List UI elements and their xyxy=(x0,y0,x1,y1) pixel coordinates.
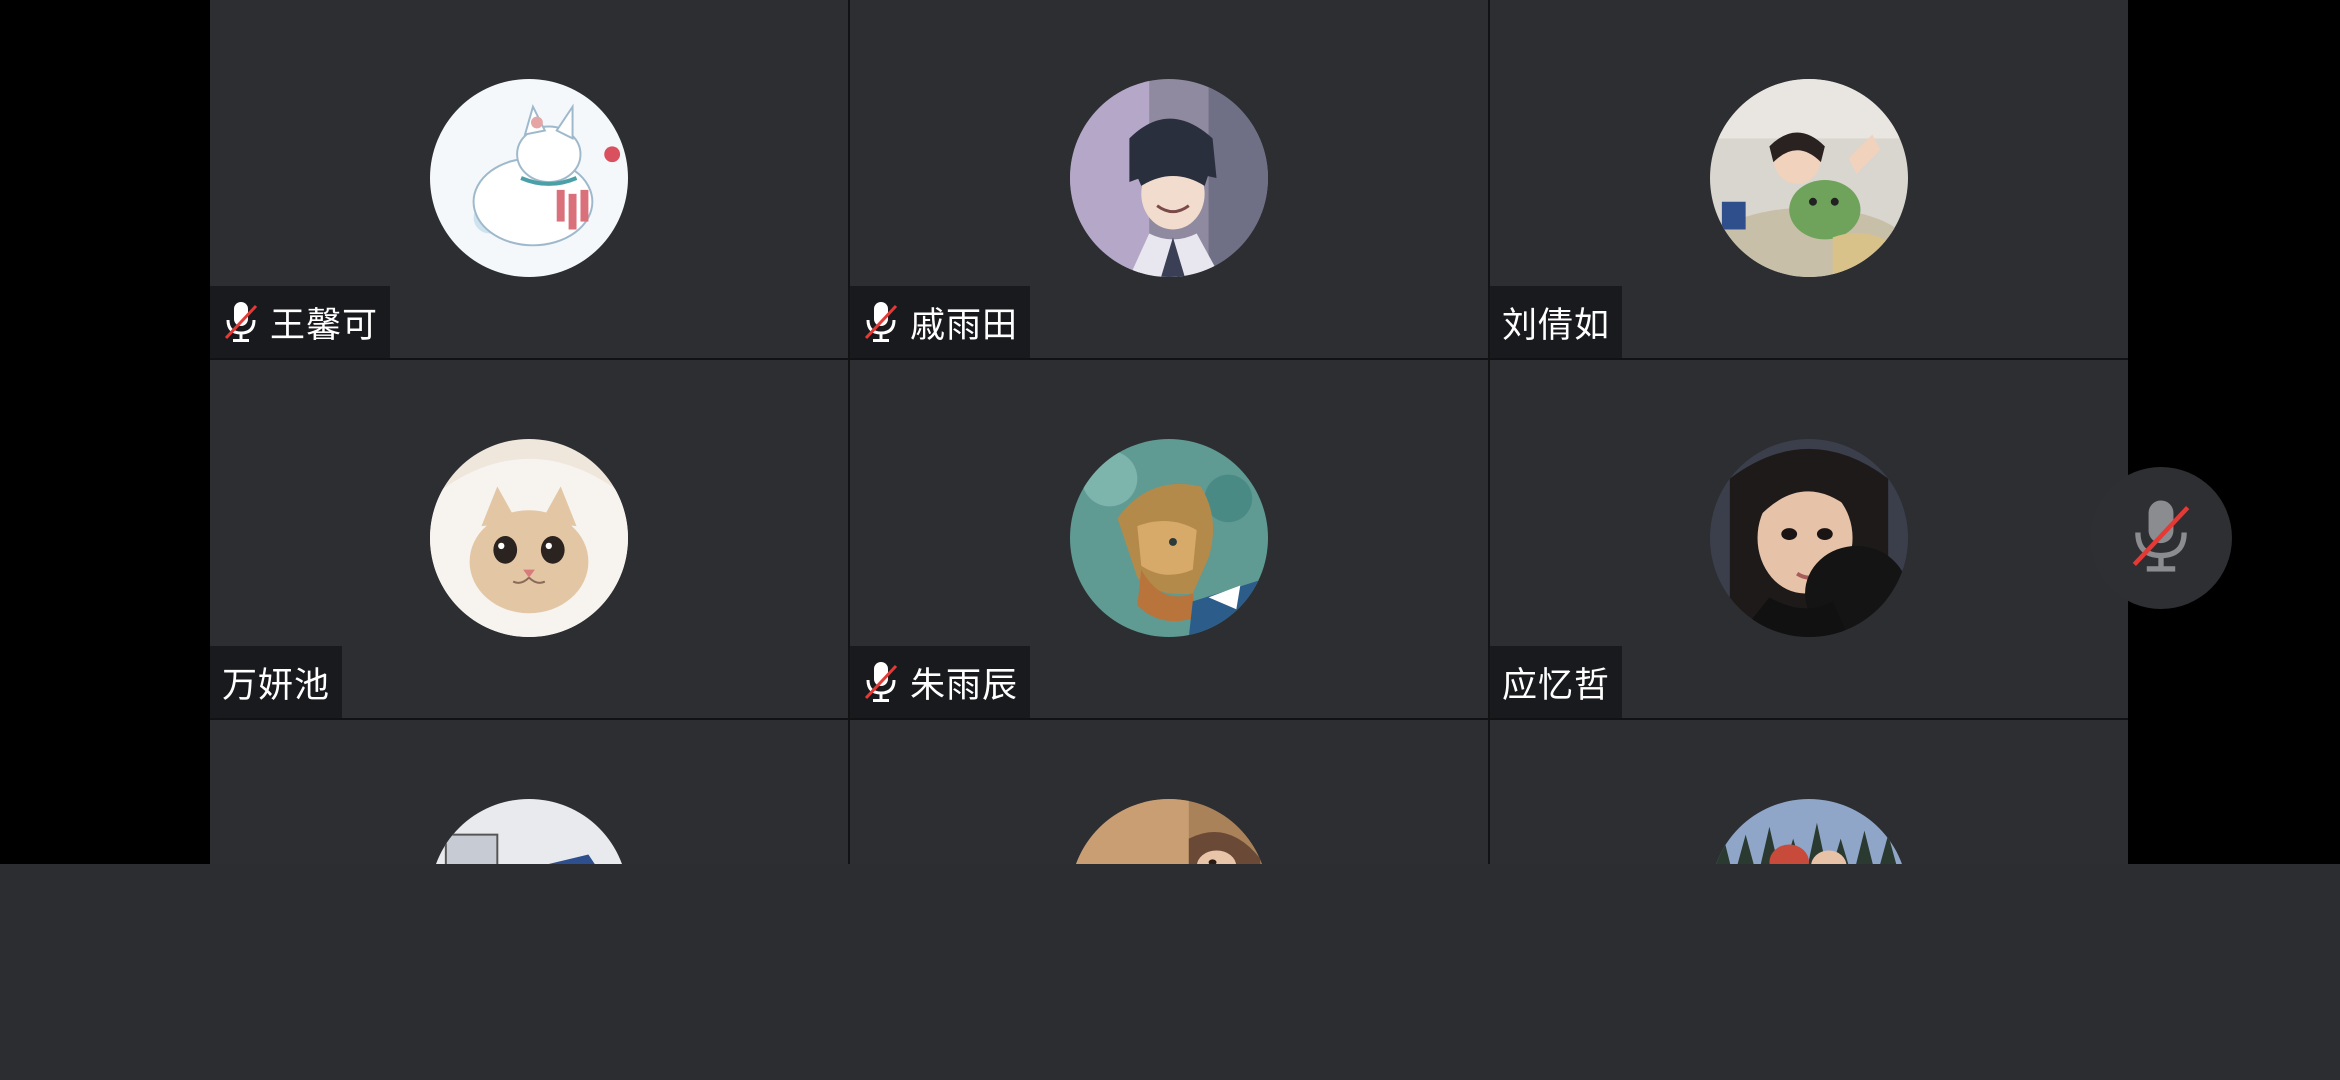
meeting-screen: 王馨可 戚雨田 刘倩如 万妍池 朱雨辰 应忆哲 xyxy=(0,0,2340,1080)
avatar xyxy=(1070,79,1268,277)
avatar xyxy=(1710,439,1908,637)
avatar xyxy=(1710,79,1908,277)
participant-name: 戚雨田 xyxy=(910,305,1019,346)
participant-tile[interactable]: 刘倩如 xyxy=(1490,0,2128,358)
local-mic-toggle-button[interactable] xyxy=(2090,467,2232,609)
participant-tile[interactable] xyxy=(850,720,1488,880)
participant-name: 应忆哲 xyxy=(1502,665,1611,706)
participant-grid: 王馨可 戚雨田 刘倩如 万妍池 朱雨辰 应忆哲 xyxy=(210,0,2128,880)
participant-name: 王馨可 xyxy=(270,305,379,346)
participant-tile[interactable]: 万妍池 xyxy=(210,360,848,718)
participant-tile[interactable]: 应忆哲 xyxy=(1490,360,2128,718)
mic-muted-icon xyxy=(862,299,900,345)
participant-name-tag: 王馨可 xyxy=(210,286,391,358)
avatar xyxy=(430,439,628,637)
mic-muted-icon xyxy=(2129,496,2193,580)
mic-muted-icon xyxy=(862,659,900,705)
avatar xyxy=(430,79,628,277)
mic-muted-icon xyxy=(222,299,260,345)
participant-name: 万妍池 xyxy=(222,665,331,706)
participant-name-tag: 刘倩如 xyxy=(1490,286,1623,358)
participant-name: 朱雨辰 xyxy=(910,665,1019,706)
participant-tile[interactable] xyxy=(210,720,848,880)
participant-tile[interactable]: 戚雨田 xyxy=(850,0,1488,358)
avatar xyxy=(1070,439,1268,637)
participant-tile[interactable]: 王馨可 xyxy=(210,0,848,358)
participant-tile[interactable] xyxy=(1490,720,2128,880)
participant-name-tag: 应忆哲 xyxy=(1490,646,1623,718)
participant-tile[interactable]: 朱雨辰 xyxy=(850,360,1488,718)
participant-name: 刘倩如 xyxy=(1502,305,1611,346)
participant-name-tag: 戚雨田 xyxy=(850,286,1031,358)
participant-name-tag: 朱雨辰 xyxy=(850,646,1031,718)
bottom-control-bar xyxy=(0,864,2340,1080)
participant-name-tag: 万妍池 xyxy=(210,646,343,718)
